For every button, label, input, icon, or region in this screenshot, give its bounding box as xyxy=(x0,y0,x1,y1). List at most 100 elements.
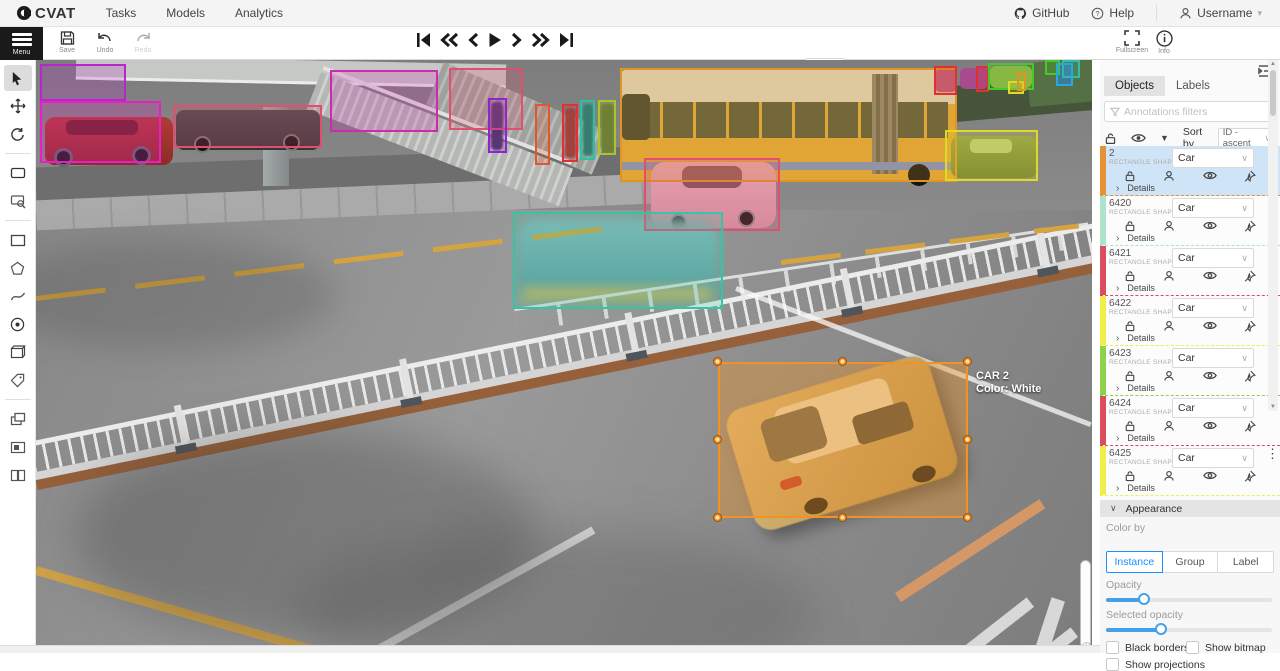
tool-split[interactable] xyxy=(4,462,32,488)
redo-button[interactable]: Redo xyxy=(126,30,160,54)
object-item-6420[interactable]: 6420RECTANGLE SHAPECar∨⋮›Details xyxy=(1100,196,1280,246)
backward-button[interactable] xyxy=(440,32,459,48)
object-pin-icon[interactable] xyxy=(1244,220,1256,232)
object-lock-icon[interactable] xyxy=(1124,370,1136,382)
object-label-select[interactable]: Car∨ xyxy=(1172,198,1254,218)
opacity-slider[interactable] xyxy=(1106,593,1272,605)
object-occluded-icon[interactable] xyxy=(1163,370,1175,382)
object-lock-icon[interactable] xyxy=(1124,270,1136,282)
object-lock-icon[interactable] xyxy=(1124,170,1136,182)
tool-draw-points[interactable] xyxy=(4,311,32,337)
object-hide-icon[interactable] xyxy=(1203,420,1217,432)
object-pin-icon[interactable] xyxy=(1244,320,1256,332)
box-magenta-red-car[interactable] xyxy=(40,101,161,163)
object-details-toggle[interactable]: ›Details xyxy=(1116,233,1155,244)
object-occluded-icon[interactable] xyxy=(1163,220,1175,232)
box-teal-person[interactable] xyxy=(580,100,595,160)
resize-handle[interactable] xyxy=(713,435,722,444)
scroll-down-icon[interactable]: ▼ xyxy=(1268,404,1278,410)
box-orange-right-edge[interactable] xyxy=(535,104,550,165)
tool-rotate[interactable] xyxy=(4,121,32,147)
object-occluded-icon[interactable] xyxy=(1163,420,1175,432)
object-pin-icon[interactable] xyxy=(1244,170,1256,182)
tool-fit-image[interactable] xyxy=(4,160,32,186)
box-yellow-green-car[interactable] xyxy=(945,130,1038,181)
first-frame-button[interactable] xyxy=(416,32,431,48)
box-orange-small[interactable] xyxy=(1017,72,1026,91)
object-occluded-icon[interactable] xyxy=(1163,270,1175,282)
object-details-toggle[interactable]: ›Details xyxy=(1116,433,1155,444)
objects-scrollbar-thumb[interactable] xyxy=(1270,70,1276,116)
box-lime-person[interactable] xyxy=(598,100,616,155)
object-hide-icon[interactable] xyxy=(1203,220,1217,232)
menu-button[interactable]: Menu xyxy=(0,27,43,60)
color-by-label-opt[interactable]: Label xyxy=(1218,551,1274,573)
object-pin-icon[interactable] xyxy=(1244,270,1256,282)
box-rose-dark-car[interactable] xyxy=(173,105,322,148)
canvas-vertical-scrollbar[interactable] xyxy=(1080,560,1091,645)
object-details-toggle[interactable]: ›Details xyxy=(1116,483,1155,494)
object-hide-icon[interactable] xyxy=(1203,470,1217,482)
object-label-select[interactable]: Car∨ xyxy=(1172,448,1254,468)
box-teal-moving-car[interactable] xyxy=(513,212,723,309)
object-hide-icon[interactable] xyxy=(1203,320,1217,332)
cvat-logo[interactable]: CVAT xyxy=(16,5,76,22)
appearance-header[interactable]: ∨ Appearance xyxy=(1100,500,1280,517)
object-lock-icon[interactable] xyxy=(1124,470,1136,482)
object-item-6424[interactable]: 6424RECTANGLE SHAPECar∨⋮›Details xyxy=(1100,396,1280,446)
tool-draw-polyline[interactable] xyxy=(4,283,32,309)
save-button[interactable]: Save xyxy=(50,30,84,54)
object-pin-icon[interactable] xyxy=(1244,370,1256,382)
tool-group[interactable] xyxy=(4,434,32,460)
nav-tasks[interactable]: Tasks xyxy=(106,6,137,20)
forward-button[interactable] xyxy=(531,32,550,48)
object-lock-icon[interactable] xyxy=(1124,220,1136,232)
resize-handle[interactable] xyxy=(963,513,972,522)
object-pin-icon[interactable] xyxy=(1244,470,1256,482)
tab-labels[interactable]: Labels xyxy=(1165,76,1221,96)
resize-handle[interactable] xyxy=(963,435,972,444)
info-button[interactable]: Info xyxy=(1150,30,1178,55)
box-blue-small[interactable] xyxy=(1056,63,1073,86)
object-lock-icon[interactable] xyxy=(1124,420,1136,432)
object-hide-icon[interactable] xyxy=(1203,370,1217,382)
last-frame-button[interactable] xyxy=(559,32,574,48)
next-frame-button[interactable] xyxy=(511,32,522,48)
object-hide-icon[interactable] xyxy=(1203,270,1217,282)
resize-handle[interactable] xyxy=(838,357,847,366)
box-red-small-1[interactable] xyxy=(934,66,957,95)
user-menu[interactable]: Username ▾ xyxy=(1179,6,1262,20)
object-menu-icon[interactable]: ⋮ xyxy=(1266,449,1276,458)
object-details-toggle[interactable]: ›Details xyxy=(1116,183,1155,194)
show-bitmap-checkbox[interactable]: Show bitmap xyxy=(1186,641,1266,654)
fullscreen-button[interactable]: Fullscreen xyxy=(1112,30,1152,54)
annotations-filter-input[interactable]: Annotations filters xyxy=(1104,101,1276,122)
box-selected-car2[interactable] xyxy=(718,362,968,518)
object-item-6421[interactable]: 6421RECTANGLE SHAPECar∨⋮›Details xyxy=(1100,246,1280,296)
help-link[interactable]: ? Help xyxy=(1091,6,1134,20)
object-hide-icon[interactable] xyxy=(1203,170,1217,182)
annotation-canvas[interactable]: CAR 2Color: White + xyxy=(36,60,1092,645)
github-link[interactable]: GitHub xyxy=(1014,6,1069,20)
object-details-toggle[interactable]: ›Details xyxy=(1116,333,1155,344)
scroll-up-icon[interactable]: ▲ xyxy=(1268,61,1278,67)
resize-handle[interactable] xyxy=(963,357,972,366)
object-label-select[interactable]: Car∨ xyxy=(1172,248,1254,268)
selected-opacity-slider[interactable] xyxy=(1106,623,1272,635)
tool-select-region[interactable] xyxy=(4,188,32,214)
objects-list-scrollbar[interactable]: ▲ ▼ xyxy=(1268,60,1278,411)
object-pin-icon[interactable] xyxy=(1244,420,1256,432)
object-occluded-icon[interactable] xyxy=(1163,170,1175,182)
box-red-person[interactable] xyxy=(562,104,578,162)
nav-models[interactable]: Models xyxy=(166,6,205,20)
object-details-toggle[interactable]: ›Details xyxy=(1116,383,1155,394)
play-button[interactable] xyxy=(488,32,502,48)
tool-draw-polygon[interactable] xyxy=(4,255,32,281)
canvas-horizontal-scrollbar[interactable] xyxy=(0,645,1280,653)
show-projections-checkbox[interactable]: Show projections xyxy=(1106,658,1205,671)
black-borders-checkbox[interactable]: Black borders xyxy=(1106,641,1189,654)
object-label-select[interactable]: Car∨ xyxy=(1172,148,1254,168)
box-magenta-stairs[interactable] xyxy=(330,70,438,132)
box-rose-upper-right[interactable] xyxy=(449,68,523,130)
color-by-group[interactable]: Group xyxy=(1163,551,1219,573)
